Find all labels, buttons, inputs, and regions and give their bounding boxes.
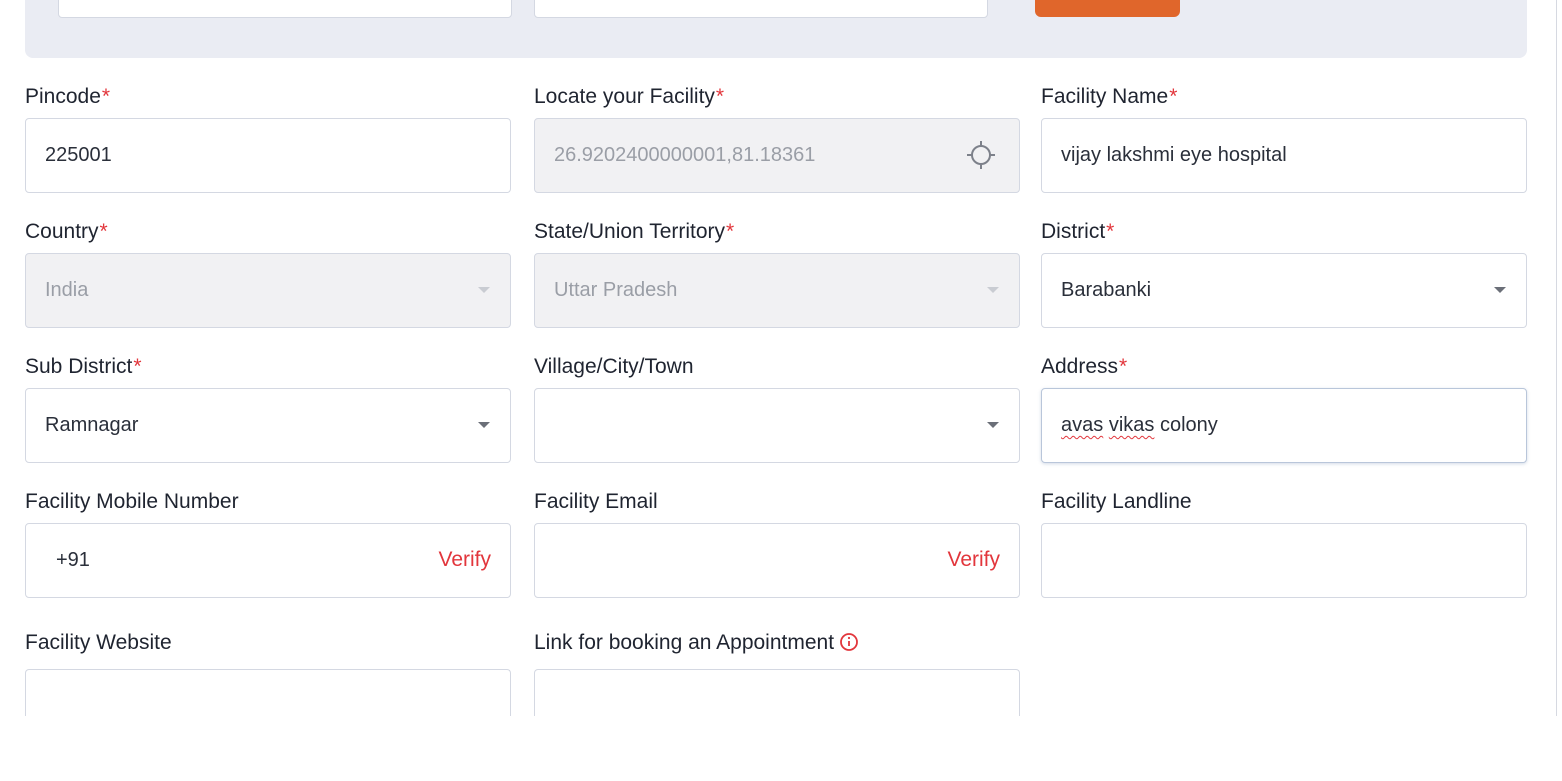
- village-select[interactable]: [534, 388, 1020, 463]
- pincode-value: 225001: [45, 144, 112, 166]
- chevron-down-icon: [478, 422, 490, 428]
- sub-district-label: Sub District*: [25, 355, 142, 378]
- country-select[interactable]: India: [25, 253, 511, 328]
- address-input[interactable]: avas vikas colony: [1041, 388, 1527, 463]
- country-value: India: [45, 279, 89, 301]
- website-label: Facility Website: [25, 631, 172, 654]
- state-select[interactable]: Uttar Pradesh: [534, 253, 1020, 328]
- chevron-down-icon: [1494, 287, 1506, 293]
- facility-name-input[interactable]: vijay lakshmi eye hospital: [1041, 118, 1527, 193]
- search-button[interactable]: [1035, 0, 1180, 17]
- chevron-down-icon: [478, 287, 490, 293]
- facility-name-value: vijay lakshmi eye hospital: [1061, 144, 1287, 166]
- facility-name-label: Facility Name*: [1041, 85, 1178, 108]
- state-value: Uttar Pradesh: [554, 279, 678, 301]
- appointment-input[interactable]: [534, 669, 1020, 716]
- district-select[interactable]: Barabanki: [1041, 253, 1527, 328]
- chevron-down-icon: [987, 422, 999, 428]
- search-input-2[interactable]: [534, 0, 988, 18]
- pincode-label: Pincode*: [25, 85, 111, 108]
- website-input[interactable]: [25, 669, 511, 716]
- appointment-label: Link for booking an Appointment: [534, 631, 859, 655]
- mobile-prefix: +91: [56, 549, 90, 571]
- address-label: Address*: [1041, 355, 1128, 378]
- sub-district-value: Ramnagar: [45, 414, 139, 436]
- scroll-divider: [1556, 0, 1557, 716]
- verify-email-button[interactable]: Verify: [947, 548, 1000, 572]
- pincode-input[interactable]: 225001: [25, 118, 511, 193]
- sub-district-select[interactable]: Ramnagar: [25, 388, 511, 463]
- landline-label: Facility Landline: [1041, 490, 1192, 513]
- village-label: Village/City/Town: [534, 355, 694, 378]
- search-panel: [25, 0, 1527, 58]
- chevron-down-icon: [987, 287, 999, 293]
- district-value: Barabanki: [1061, 279, 1152, 301]
- mobile-label: Facility Mobile Number: [25, 490, 239, 513]
- address-value: avas vikas colony: [1061, 414, 1218, 436]
- district-label: District*: [1041, 220, 1115, 243]
- email-label: Facility Email: [534, 490, 658, 513]
- locate-facility-input[interactable]: 26.9202400000001,81.18361: [534, 118, 1020, 193]
- crosshair-icon[interactable]: [966, 140, 996, 170]
- search-input-1[interactable]: [58, 0, 512, 18]
- email-input[interactable]: Verify: [534, 523, 1020, 598]
- locate-facility-value: 26.9202400000001,81.18361: [554, 144, 816, 166]
- mobile-input[interactable]: +91 Verify: [25, 523, 511, 598]
- verify-mobile-button[interactable]: Verify: [438, 548, 491, 572]
- locate-facility-label: Locate your Facility*: [534, 85, 725, 108]
- info-icon[interactable]: [839, 632, 859, 652]
- state-label: State/Union Territory*: [534, 220, 735, 243]
- landline-input[interactable]: [1041, 523, 1527, 598]
- country-label: Country*: [25, 220, 108, 243]
